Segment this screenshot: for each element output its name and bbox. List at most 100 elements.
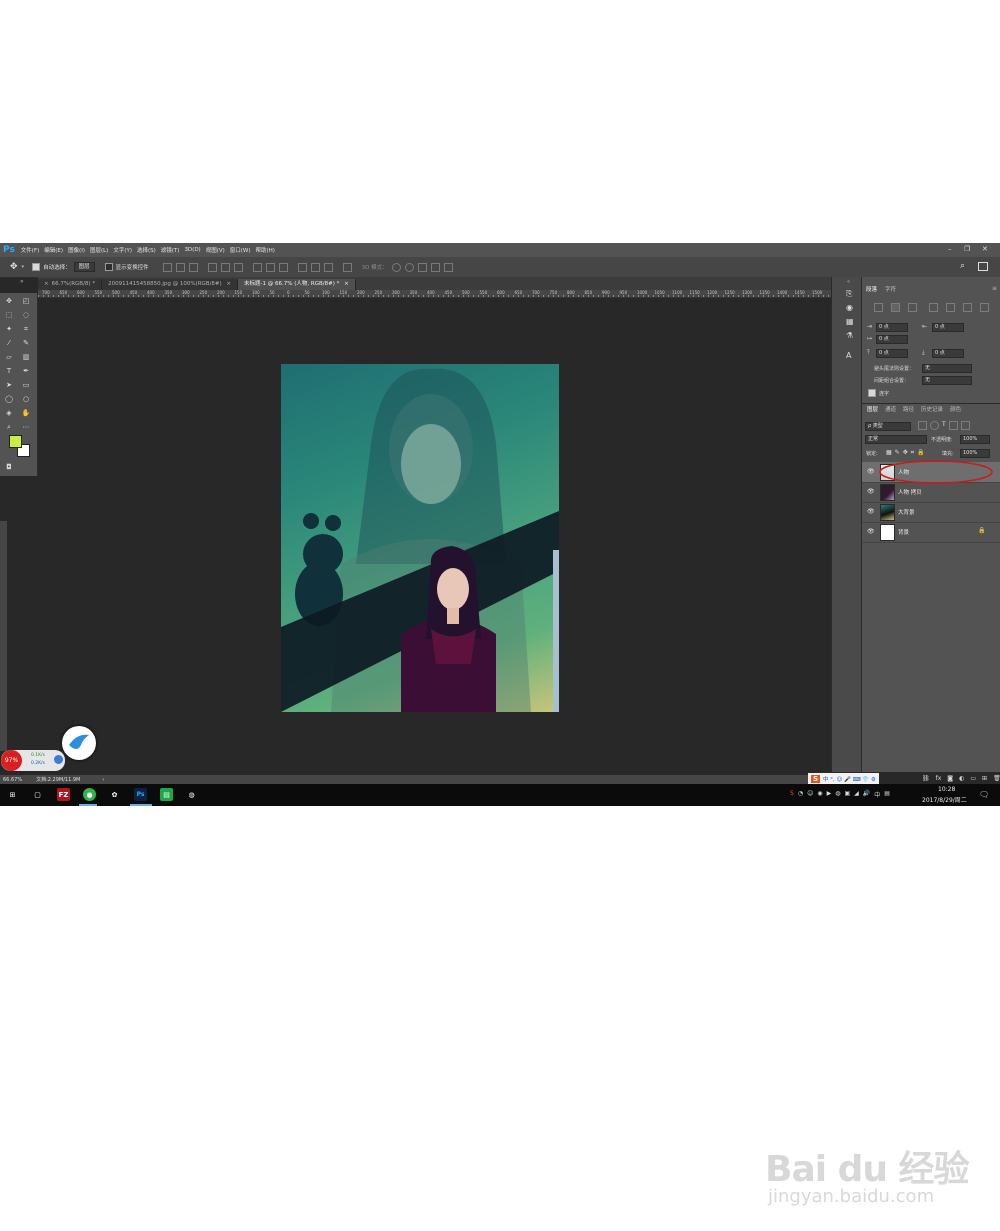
status-arrow-icon[interactable]: ›	[102, 777, 104, 783]
menu-filter[interactable]: 滤镜(T)	[161, 246, 180, 254]
character-panel-icon[interactable]: A	[846, 351, 851, 360]
tool-preset-chevron-icon[interactable]: ▾	[22, 264, 25, 270]
3d-panel-icon[interactable]: ◉	[846, 303, 853, 312]
zoom-tool-icon[interactable]: ⌕	[3, 421, 15, 433]
visibility-eye-icon[interactable]: 👁	[867, 488, 875, 495]
align-center-text-icon[interactable]	[891, 303, 900, 312]
layer-row[interactable]: 👁 背景 🔒	[862, 522, 1000, 543]
ime-toolbar[interactable]: S 中 °, ☺ 🎤 ⌨ 👕 ⚙	[808, 773, 879, 784]
align-vcenter-icon[interactable]	[175, 262, 185, 272]
menu-image[interactable]: 图像(I)	[68, 246, 85, 254]
justify-all-icon[interactable]	[980, 303, 989, 312]
menu-edit[interactable]: 编辑(E)	[44, 246, 63, 254]
mojikumi-dropdown[interactable]: 无	[922, 376, 972, 385]
add-mask-icon[interactable]: ◙	[947, 775, 953, 782]
menu-help[interactable]: 帮助(H)	[256, 246, 275, 254]
network-icon[interactable]: ▤	[884, 790, 890, 799]
tab-paths[interactable]: 路径	[903, 405, 914, 413]
align-right-text-icon[interactable]	[908, 303, 917, 312]
accelerate-icon[interactable]	[54, 755, 63, 764]
hand-tool-icon[interactable]: ✋	[20, 407, 32, 419]
evernote-icon[interactable]: ▤	[160, 788, 173, 801]
paragraph-menu-icon[interactable]: ≡	[992, 285, 997, 292]
input-method-icon[interactable]: 中	[874, 790, 880, 799]
tray-icon-5[interactable]: ◍	[835, 790, 840, 799]
tray-icon-7[interactable]: ◢	[854, 790, 859, 799]
distribute-left-icon[interactable]	[297, 262, 307, 272]
3d-roll-icon[interactable]	[404, 262, 414, 272]
tab-character[interactable]: 字符	[885, 285, 896, 293]
photoshop-taskbar-icon[interactable]: Ps	[134, 788, 147, 801]
distribute-top-icon[interactable]	[252, 262, 262, 272]
visibility-eye-icon[interactable]: 👁	[867, 528, 875, 535]
type-tool-icon[interactable]: T	[3, 365, 15, 377]
eyedropper-tool-icon[interactable]: ⁄	[3, 337, 15, 349]
tab-layers[interactable]: 图层	[867, 405, 878, 413]
filter-smart-icon[interactable]	[960, 421, 970, 430]
delete-layer-icon[interactable]: 🗑	[993, 775, 1000, 782]
distribute-right-icon[interactable]	[323, 262, 333, 272]
layer-name[interactable]: 人物 拷贝	[898, 488, 922, 496]
lasso-tool-icon[interactable]: ◌	[20, 309, 32, 321]
tray-app-icon[interactable]: ✿	[108, 788, 121, 801]
adjustment-layer-icon[interactable]: ◐	[959, 775, 964, 782]
more-tools-icon[interactable]: ⋯	[20, 421, 32, 433]
kinsoku-dropdown[interactable]: 无	[922, 364, 972, 373]
menu-3d[interactable]: 3D(D)	[184, 247, 200, 253]
blend-mode-dropdown[interactable]: 正常	[865, 435, 927, 444]
filter-type-icon[interactable]: T	[942, 421, 946, 430]
visibility-eye-icon[interactable]: 👁	[867, 508, 875, 515]
restore-button[interactable]: ❐	[964, 245, 970, 253]
clock-date[interactable]: 2017/8/29/周二	[922, 795, 967, 804]
menu-layer[interactable]: 图层(L)	[90, 246, 108, 254]
filter-adjustment-icon[interactable]	[930, 421, 939, 430]
distribute-hcenter-icon[interactable]	[310, 262, 320, 272]
notifications-icon[interactable]: 🗨	[979, 790, 989, 799]
auto-select-dropdown[interactable]: 图层	[73, 262, 95, 272]
tray-icon-4[interactable]: ▶	[827, 790, 832, 799]
align-hcenter-icon[interactable]	[220, 262, 230, 272]
3d-slide-icon[interactable]	[430, 262, 440, 272]
floating-app-icon[interactable]	[62, 726, 96, 760]
new-group-icon[interactable]: ▭	[970, 775, 976, 782]
opacity-field[interactable]: 100%	[960, 435, 990, 444]
menu-window[interactable]: 窗口(W)	[230, 246, 251, 254]
tray-icon-2[interactable]: ☺	[807, 790, 813, 799]
tab-history[interactable]: 历史记录	[921, 405, 943, 413]
tab-color[interactable]: 颜色	[950, 405, 961, 413]
dock-collapse-icon[interactable]: «	[847, 279, 850, 285]
menu-select[interactable]: 选择(S)	[137, 246, 156, 254]
swatches-icon[interactable]: ▦	[846, 317, 854, 326]
3d-drag-icon[interactable]	[417, 262, 427, 272]
layer-name[interactable]: 大背景	[898, 508, 915, 516]
3d-tool-icon[interactable]: ◈	[3, 407, 15, 419]
tray-icon-1[interactable]: ◔	[798, 790, 803, 799]
rectangle-tool-icon[interactable]: ▭	[20, 379, 32, 391]
tab-doc-1[interactable]: × 66.7%(RGB/8) *	[38, 279, 103, 290]
minimize-button[interactable]: –	[948, 245, 952, 253]
tab-channels[interactable]: 通道	[885, 405, 896, 413]
space-before-field[interactable]: 0 点	[876, 349, 908, 358]
magic-wand-tool-icon[interactable]: ✦	[3, 323, 15, 335]
close-window-button[interactable]: ✕	[982, 245, 988, 253]
auto-select-checkbox[interactable]	[32, 263, 41, 271]
3d-rotate-icon[interactable]	[391, 262, 401, 272]
clock-time[interactable]: 10:28	[938, 786, 955, 793]
align-right-icon[interactable]	[233, 262, 243, 272]
align-bottom-icon[interactable]	[188, 262, 198, 272]
filter-shape-icon[interactable]	[948, 421, 958, 430]
path-select-tool-icon[interactable]: ➤	[3, 379, 15, 391]
tabs-overflow-icon[interactable]: »	[20, 278, 24, 285]
workspace-icon[interactable]	[978, 262, 988, 271]
volume-icon[interactable]: 🔊	[863, 790, 870, 799]
pen-tool-icon[interactable]: ✒	[20, 365, 32, 377]
auto-align-icon[interactable]	[342, 262, 352, 272]
distribute-bottom-icon[interactable]	[278, 262, 288, 272]
justify-left-icon[interactable]	[929, 303, 938, 312]
shape-tool-icon[interactable]: ○	[20, 393, 32, 405]
indent-first-field[interactable]: 0 点	[876, 335, 908, 344]
show-transform-checkbox[interactable]	[104, 263, 113, 271]
speed-monitor-widget[interactable]: 97% 0.1K/s 0.2K/s	[1, 750, 65, 771]
foreground-color-swatch[interactable]	[9, 435, 22, 448]
document-canvas[interactable]	[281, 364, 559, 712]
